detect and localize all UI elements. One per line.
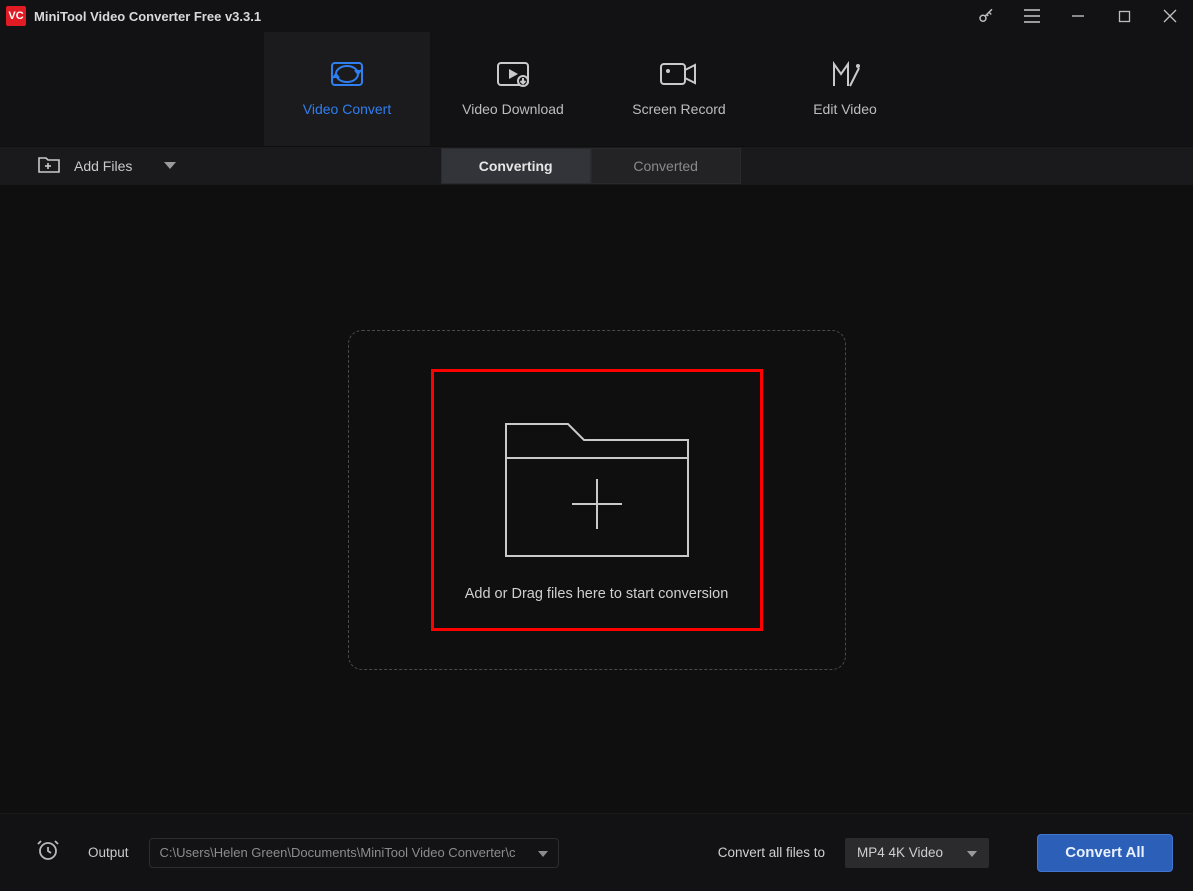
add-files-icon [38, 155, 60, 178]
add-files-button[interactable]: Add Files [0, 147, 188, 185]
close-icon[interactable] [1147, 0, 1193, 32]
tab-label: Screen Record [632, 101, 725, 117]
convert-all-files-to-label: Convert all files to [718, 845, 825, 860]
app-title: MiniTool Video Converter Free v3.3.1 [34, 9, 261, 24]
tab-video-convert[interactable]: Video Convert [264, 32, 430, 146]
screen-record-icon [662, 61, 696, 87]
edit-video-icon [828, 61, 862, 87]
video-convert-icon [330, 61, 364, 87]
dropzone[interactable]: Add or Drag files here to start conversi… [348, 330, 846, 670]
maximize-icon[interactable] [1101, 0, 1147, 32]
footer: Output C:\Users\Helen Green\Documents\Mi… [0, 813, 1193, 891]
clock-icon[interactable] [36, 838, 60, 867]
tab-label: Edit Video [813, 101, 877, 117]
chevron-down-icon [967, 845, 977, 860]
title-bar: VC MiniTool Video Converter Free v3.3.1 [0, 0, 1193, 32]
key-icon[interactable] [963, 0, 1009, 32]
chevron-down-icon [164, 157, 176, 175]
dropzone-text: Add or Drag files here to start conversi… [465, 586, 729, 602]
video-download-icon [496, 61, 530, 87]
folder-plus-icon [502, 404, 692, 560]
segment-converting[interactable]: Converting [441, 148, 591, 184]
segment-control: Converting Converted [441, 148, 741, 184]
tab-edit-video[interactable]: Edit Video [762, 32, 928, 146]
tab-label: Video Download [462, 101, 564, 117]
menu-icon[interactable] [1009, 0, 1055, 32]
output-path-text: C:\Users\Helen Green\Documents\MiniTool … [160, 845, 532, 860]
main-area: Add or Drag files here to start conversi… [0, 186, 1193, 813]
toolbar: Add Files Converting Converted [0, 146, 1193, 186]
format-select[interactable]: MP4 4K Video [845, 838, 989, 868]
dropzone-highlight: Add or Drag files here to start conversi… [431, 369, 763, 631]
segment-converted[interactable]: Converted [591, 148, 741, 184]
app-logo-icon: VC [6, 6, 26, 26]
main-tabs: Video Convert Video Download Screen Reco… [0, 32, 1193, 146]
chevron-down-icon [538, 845, 548, 860]
format-select-value: MP4 4K Video [857, 845, 943, 860]
convert-all-button[interactable]: Convert All [1037, 834, 1173, 872]
tab-video-download[interactable]: Video Download [430, 32, 596, 146]
tab-screen-record[interactable]: Screen Record [596, 32, 762, 146]
tab-label: Video Convert [303, 101, 391, 117]
add-files-label: Add Files [74, 158, 132, 174]
output-path-select[interactable]: C:\Users\Helen Green\Documents\MiniTool … [149, 838, 559, 868]
output-label: Output [88, 845, 129, 860]
minimize-icon[interactable] [1055, 0, 1101, 32]
